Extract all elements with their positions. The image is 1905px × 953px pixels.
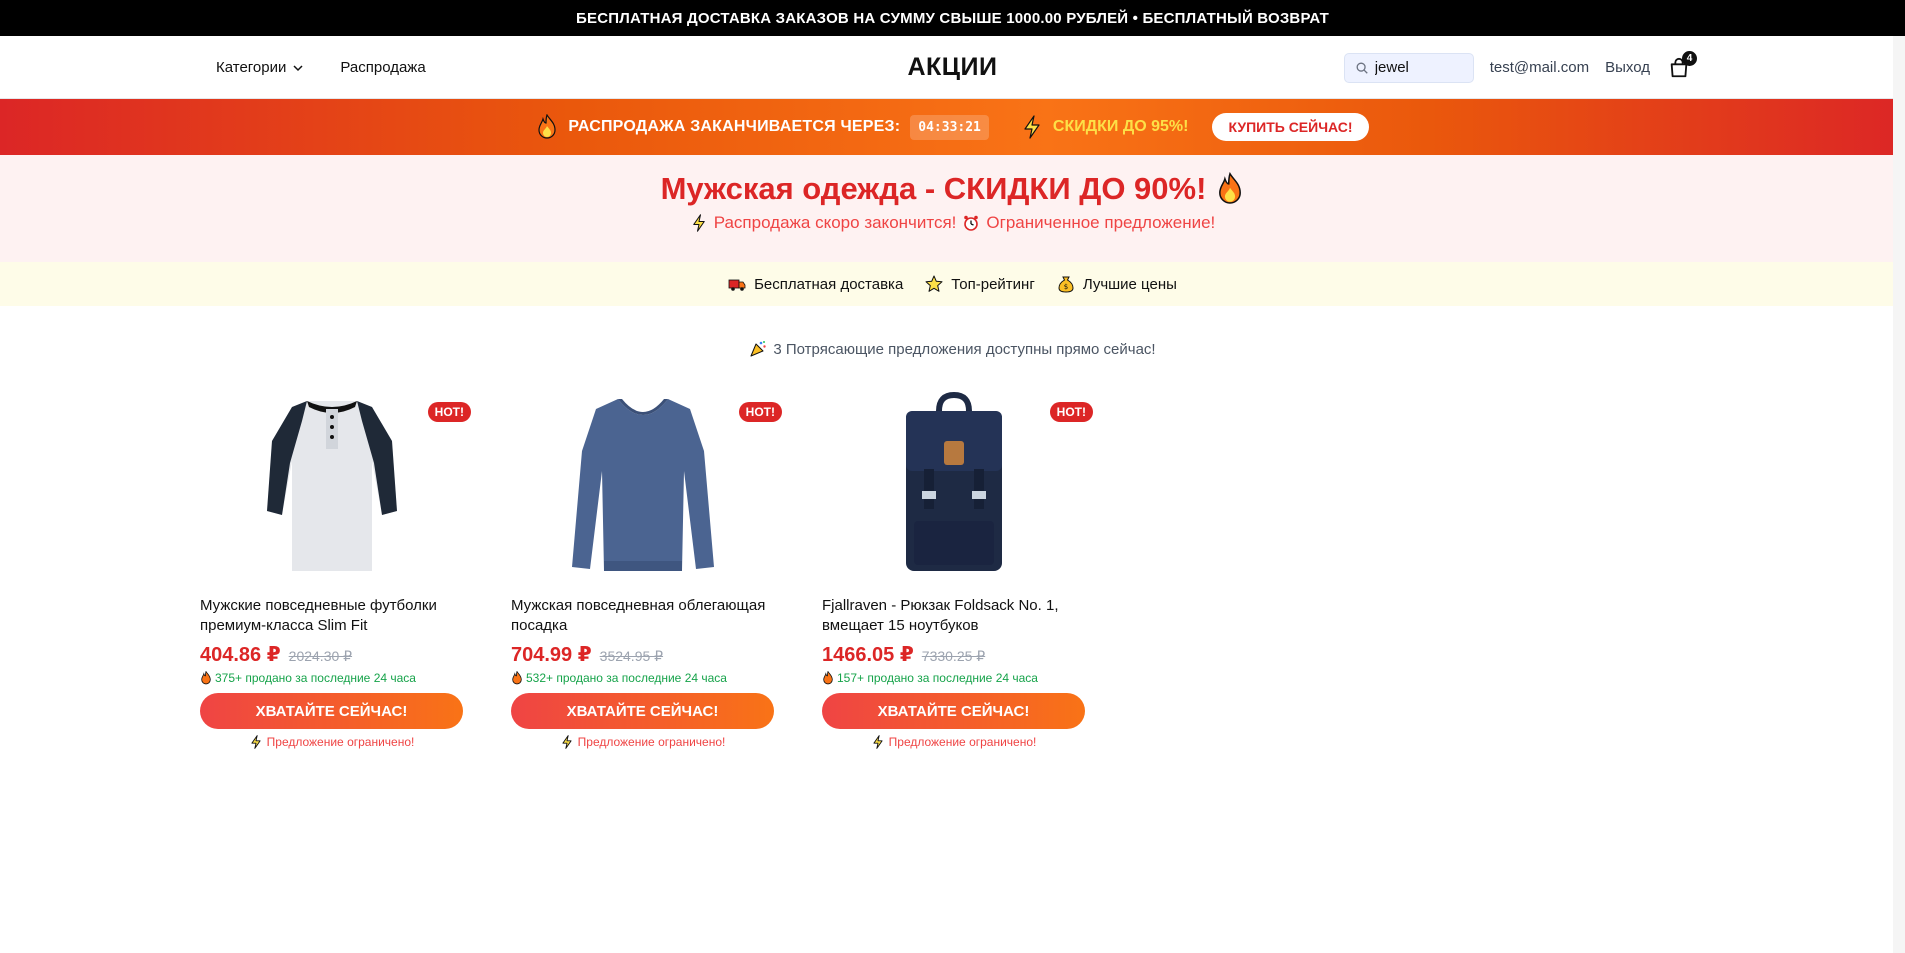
buy-now-button[interactable]: КУПИТЬ СЕЙЧАС! — [1212, 113, 1369, 141]
price-row: 404.86 ₽ 2024.30 ₽ — [200, 642, 463, 667]
price-row: 1466.05 ₽ 7330.25 ₽ — [822, 642, 1085, 667]
lightning-icon — [692, 214, 705, 232]
limited-offer-note: Предложение ограничено! — [200, 735, 463, 749]
lightning-icon — [562, 735, 572, 749]
promo-topbar: БЕСПЛАТНАЯ ДОСТАВКА ЗАКАЗОВ НА СУММУ СВЫ… — [0, 0, 1905, 36]
sale-ends-label: РАСПРОДАЖА ЗАКАНЧИВАЕТСЯ ЧЕРЕЗ: — [568, 118, 901, 135]
product-old-price: 2024.30 ₽ — [288, 648, 353, 664]
nav-right: test@mail.com Выход 4 — [1343, 36, 1697, 99]
price-row: 704.99 ₽ 3524.95 ₽ — [511, 642, 774, 667]
logout-link[interactable]: Выход — [1605, 59, 1650, 76]
nav-left: Категории Распродажа — [216, 36, 426, 99]
countdown-timer: 04:33:21 — [910, 114, 989, 140]
party-popper-icon — [750, 341, 767, 357]
product-image[interactable] — [822, 388, 1085, 578]
search-box[interactable] — [1343, 52, 1474, 83]
product-title[interactable]: Fjallraven - Рюкзак Foldsack No. 1, вмещ… — [822, 596, 1085, 636]
limited-offer-text: Предложение ограничено! — [888, 735, 1037, 749]
product-grid: HOT! Мужские повседневные футболки преми… — [200, 388, 1093, 749]
hero-title-text: Мужская одежда - СКИДКИ ДО 90%! — [660, 171, 1207, 206]
grab-now-button[interactable]: ХВАТАЙТЕ СЕЙЧАС! — [200, 693, 463, 729]
raglan-tshirt-image — [266, 401, 397, 571]
category-hero: Мужская одежда - СКИДКИ ДО 90%! Распрода… — [0, 155, 1905, 262]
cart-button[interactable]: 4 — [1666, 50, 1697, 81]
page-scrollbar[interactable] — [1893, 36, 1905, 953]
fire-icon — [538, 114, 557, 139]
feature-free-delivery: Бесплатная доставка — [728, 275, 903, 293]
product-card[interactable]: HOT! Fjallraven - Рюкзак Foldsack No. 1,… — [822, 388, 1093, 749]
limited-offer-note: Предложение ограничено! — [511, 735, 774, 749]
sold-count: 157+ продано за последние 24 часа — [822, 671, 1085, 685]
longsleeve-shirt-image — [571, 399, 714, 571]
product-card[interactable]: HOT! Мужские повседневные футболки преми… — [200, 388, 471, 749]
sold-count-text: 157+ продано за последние 24 часа — [837, 671, 1038, 685]
hero-title: Мужская одежда - СКИДКИ ДО 90%! — [0, 171, 1905, 207]
lightning-icon — [1024, 115, 1040, 139]
site-header: Категории Распродажа АКЦИИ test@mail.com… — [0, 36, 1905, 99]
product-image[interactable] — [511, 388, 774, 578]
features-bar: Бесплатная доставка Топ-рейтинг $ Лучшие… — [0, 262, 1905, 306]
fire-icon — [1219, 172, 1242, 204]
product-title[interactable]: Мужские повседневные футболки премиум-кл… — [200, 596, 463, 636]
sold-count: 532+ продано за последние 24 часа — [511, 671, 774, 685]
hero-subtitle: Распродажа скоро закончится! Ограниченно… — [0, 213, 1905, 233]
cart-count-badge: 4 — [1682, 50, 1697, 66]
categories-menu[interactable]: Категории — [216, 59, 304, 76]
limited-offer-note: Предложение ограничено! — [822, 735, 1085, 749]
hot-badge: HOT! — [427, 402, 471, 422]
hot-badge: HOT! — [738, 402, 782, 422]
sale-countdown-banner: РАСПРОДАЖА ЗАКАНЧИВАЕТСЯ ЧЕРЕЗ: 04:33:21… — [0, 99, 1905, 155]
feature-top-rated: Топ-рейтинг — [925, 275, 1035, 293]
fire-icon — [201, 671, 211, 685]
product-old-price: 7330.25 ₽ — [921, 648, 986, 664]
lightning-icon — [251, 735, 261, 749]
product-old-price: 3524.95 ₽ — [599, 648, 664, 664]
hero-subtitle-part2: Ограниченное предложение! — [986, 213, 1216, 232]
hot-badge: HOT! — [1049, 402, 1093, 422]
sold-count-text: 532+ продано за последние 24 часа — [526, 671, 727, 685]
sold-count-text: 375+ продано за последние 24 часа — [215, 671, 416, 685]
backpack-image — [905, 391, 1002, 571]
sale-link-label: Распродажа — [340, 59, 426, 76]
hero-subtitle-part1: Распродажа скоро закончится! — [713, 213, 957, 232]
chevron-down-icon — [293, 64, 303, 71]
fire-icon — [823, 671, 833, 685]
grab-now-button[interactable]: ХВАТАЙТЕ СЕЙЧАС! — [511, 693, 774, 729]
fire-icon — [512, 671, 522, 685]
product-price: 1466.05 ₽ — [822, 644, 914, 666]
search-input[interactable] — [1374, 59, 1465, 76]
search-icon — [1356, 62, 1368, 74]
svg-text:$: $ — [1064, 283, 1068, 291]
product-image[interactable] — [200, 388, 463, 578]
offers-note-text: 3 Потрясающие предложения доступны прямо… — [773, 340, 1156, 358]
feature-label: Топ-рейтинг — [951, 275, 1035, 293]
product-price: 404.86 ₽ — [200, 644, 281, 666]
feature-best-prices: $ Лучшие цены — [1057, 275, 1177, 293]
lightning-icon — [873, 735, 883, 749]
sold-count: 375+ продано за последние 24 часа — [200, 671, 463, 685]
promo-topbar-text: БЕСПЛАТНАЯ ДОСТАВКА ЗАКАЗОВ НА СУММУ СВЫ… — [576, 9, 1329, 27]
feature-label: Бесплатная доставка — [754, 275, 904, 293]
money-bag-icon: $ — [1058, 276, 1074, 293]
truck-icon — [728, 279, 746, 291]
sale-link[interactable]: Распродажа — [340, 59, 425, 76]
star-icon — [925, 275, 943, 292]
sale-discount-text: СКИДКИ ДО 95%! — [1052, 118, 1189, 135]
feature-label: Лучшие цены — [1082, 275, 1177, 293]
user-email[interactable]: test@mail.com — [1490, 59, 1589, 76]
offers-note: 3 Потрясающие предложения доступны прямо… — [0, 338, 1905, 360]
grab-now-button[interactable]: ХВАТАЙТЕ СЕЙЧАС! — [822, 693, 1085, 729]
product-card[interactable]: HOT! Мужская повседневная облегающая пос… — [511, 388, 782, 749]
limited-offer-text: Предложение ограничено! — [266, 735, 415, 749]
alarm-clock-icon — [964, 215, 979, 231]
product-title[interactable]: Мужская повседневная облегающая посадка — [511, 596, 774, 636]
product-price: 704.99 ₽ — [511, 644, 592, 666]
categories-label: Категории — [216, 59, 287, 76]
limited-offer-text: Предложение ограничено! — [577, 735, 726, 749]
